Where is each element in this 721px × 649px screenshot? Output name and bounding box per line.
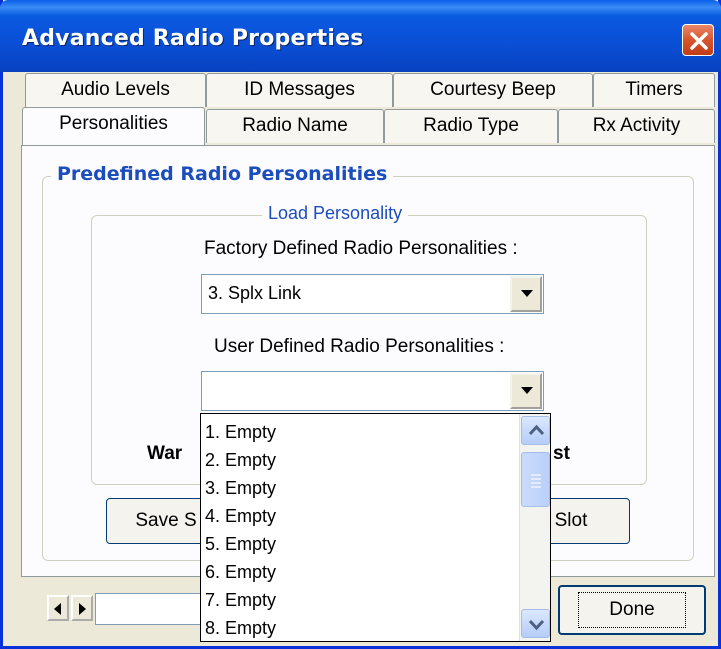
tab-label: Audio Levels (61, 79, 170, 100)
close-icon (690, 32, 708, 50)
warning-text-right: st (553, 443, 570, 464)
tab-label: ID Messages (244, 79, 355, 100)
done-label: Done (578, 592, 686, 628)
tab-label: Rx Activity (592, 115, 681, 136)
user-personalities-label: User Defined Radio Personalities : (214, 336, 505, 357)
user-personality-select[interactable] (201, 371, 544, 411)
list-item[interactable]: 8. Empty (205, 614, 276, 641)
list-item[interactable]: 7. Empty (205, 586, 276, 614)
scroll-right-button[interactable] (71, 595, 93, 621)
title-bar[interactable]: Advanced Radio Properties (0, 0, 721, 72)
dropdown-scrollbar[interactable] (519, 414, 550, 641)
save-slot-label: Save S (135, 510, 197, 531)
tab-id-messages[interactable]: ID Messages (206, 73, 393, 107)
list-item[interactable]: 3. Empty (205, 474, 276, 502)
list-item[interactable]: 4. Empty (205, 502, 276, 530)
tab-label: Radio Name (242, 115, 348, 136)
scroll-left-button[interactable] (47, 595, 69, 621)
chevron-down-icon (521, 387, 533, 394)
thumb-grip-icon (531, 474, 541, 488)
status-text-field[interactable] (95, 593, 205, 625)
factory-personality-value: 3. Splx Link (208, 283, 302, 303)
tab-courtesy-beep[interactable]: Courtesy Beep (393, 73, 593, 107)
tab-radio-name[interactable]: Radio Name (206, 109, 384, 143)
tab-label: Personalities (59, 113, 168, 134)
scroll-up-icon (528, 424, 545, 436)
tab-label: Timers (625, 79, 683, 100)
load-group-title: Load Personality (262, 203, 409, 224)
warning-text-left: War (147, 443, 183, 464)
tab-rx-activity[interactable]: Rx Activity (558, 109, 715, 143)
tab-audio-levels[interactable]: Audio Levels (25, 73, 206, 107)
done-button[interactable]: Done (558, 585, 706, 635)
scroll-thumb[interactable] (521, 452, 550, 507)
scroll-down-button[interactable] (521, 609, 550, 638)
window-title: Advanced Radio Properties (22, 26, 364, 51)
advanced-radio-properties-window: Advanced Radio Properties Audio Levels I… (0, 0, 721, 649)
list-item[interactable]: 5. Empty (205, 530, 276, 558)
tab-label: Courtesy Beep (430, 79, 556, 100)
tab-radio-type[interactable]: Radio Type (384, 109, 558, 143)
close-button[interactable] (682, 24, 714, 56)
scroll-left-icon (54, 603, 61, 615)
factory-dropdown-button[interactable] (510, 276, 542, 312)
factory-personalities-label: Factory Defined Radio Personalities : (204, 238, 518, 259)
user-personality-dropdown-list[interactable]: 1. Empty 2. Empty 3. Empty 4. Empty 5. E… (200, 413, 551, 642)
tab-personalities[interactable]: Personalities (22, 107, 205, 145)
list-item[interactable]: 1. Empty (205, 418, 276, 446)
list-item[interactable]: 2. Empty (205, 446, 276, 474)
scroll-right-icon (79, 603, 86, 615)
predefined-group-title: Predefined Radio Personalities (51, 163, 394, 185)
tab-label: Radio Type (423, 115, 519, 136)
factory-personality-select[interactable]: 3. Splx Link (201, 274, 544, 314)
user-dropdown-button[interactable] (510, 373, 542, 409)
tab-timers[interactable]: Timers (593, 73, 715, 107)
scroll-up-button[interactable] (521, 416, 550, 445)
chevron-down-icon (521, 290, 533, 297)
scroll-down-icon (528, 619, 545, 631)
list-item[interactable]: 6. Empty (205, 558, 276, 586)
